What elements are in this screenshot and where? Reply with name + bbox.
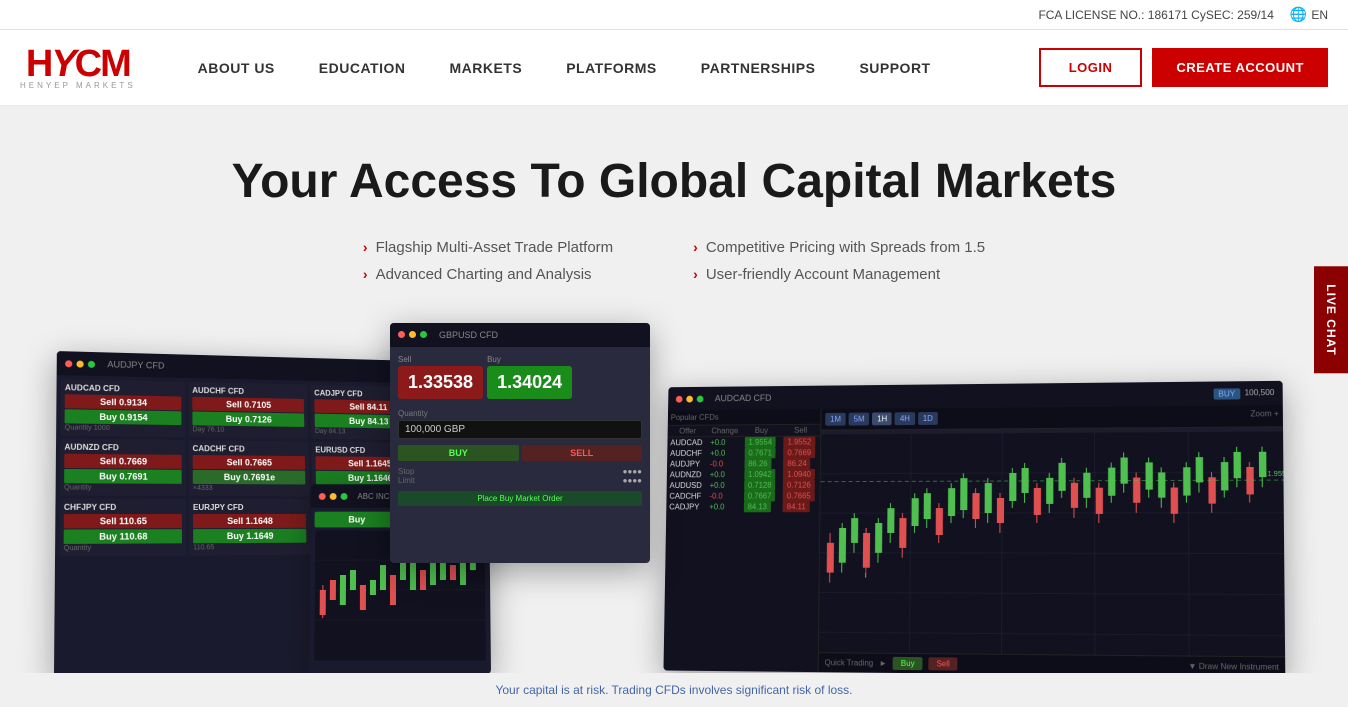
chart-buy-button[interactable]: Buy: [893, 657, 923, 670]
feature-label-1: Flagship Multi-Asset Trade Platform: [376, 239, 614, 256]
table-row: AUDJPY -0.0 86.26 86.24: [667, 458, 820, 469]
screen-header-center: GBPUSD CFD: [390, 323, 650, 347]
svg-text:1.9554: 1.9554: [1267, 471, 1285, 478]
features-right: › Competitive Pricing with Spreads from …: [693, 239, 985, 283]
pair-card-8: EURJPY CFD Sell 1.1648 Buy 1.1649 110.65: [189, 499, 311, 556]
dialog-pair-label: GBPUSD CFD: [439, 330, 498, 340]
pair-card-7: CHFJPY CFD Sell 110.65 Buy 110.68 Quanti…: [59, 498, 186, 556]
nav-education[interactable]: EDUCATION: [297, 30, 428, 106]
main-header: HYCM HENYEP MARKETS ABOUT US EDUCATION M…: [0, 30, 1348, 106]
table-row: AUDCHF +0.0 0.7671 0.7669: [667, 447, 820, 459]
pair-card-4: AUDNZD CFD Sell 0.7669 Buy 0.7691 Quanti…: [60, 438, 186, 495]
header-buttons: LOGIN CREATE ACCOUNT: [1039, 48, 1328, 87]
disclaimer-text: Your capital is at risk. Trading CFDs in…: [495, 683, 852, 697]
feature-item-2: › Advanced Charting and Analysis: [363, 266, 613, 283]
feature-label-2: Advanced Charting and Analysis: [376, 266, 592, 283]
dialog-buy-button[interactable]: BUY: [398, 445, 519, 461]
login-button[interactable]: LOGIN: [1039, 48, 1143, 87]
feature-label-3: Competitive Pricing with Spreads from 1.…: [706, 239, 985, 256]
pair-card-5: CADCHF CFD Sell 0.7665 Buy 0.7691e ×4333: [189, 440, 310, 496]
live-chat-button[interactable]: LIVE CHAT: [1314, 266, 1348, 373]
create-account-button[interactable]: CREATE ACCOUNT: [1152, 48, 1328, 87]
nav-markets[interactable]: MARKETS: [427, 30, 544, 106]
pair-card-1: AUDCAD CFD Sell 0.9134 Buy 0.9154 Quanti…: [60, 379, 185, 437]
table-row: CADJPY +0.0 84.13 84.11: [666, 501, 819, 512]
buy-price: 1.34024: [487, 366, 572, 399]
language-selector[interactable]: 🌐 EN: [1290, 6, 1328, 23]
chevron-icon-1: ›: [363, 239, 368, 255]
logo-subtitle: HENYEP MARKETS: [20, 81, 136, 90]
trading-screen-right: AUDCAD CFD BUY 100,500 Popular CFDs Offe…: [663, 381, 1285, 673]
feature-item-3: › Competitive Pricing with Spreads from …: [693, 239, 985, 256]
chart-sell-button[interactable]: Sell: [928, 657, 957, 670]
disclaimer: Your capital is at risk. Trading CFDs in…: [0, 673, 1348, 707]
features-left: › Flagship Multi-Asset Trade Platform › …: [363, 239, 613, 283]
chevron-icon-3: ›: [693, 239, 698, 255]
quantity-value: 100,000 GBP: [398, 420, 642, 439]
feature-item-1: › Flagship Multi-Asset Trade Platform: [363, 239, 613, 256]
trading-screen-center: GBPUSD CFD Sell 1.33538 Buy 1.34024 Quan…: [390, 323, 650, 563]
pairs-table: Offer Change Buy Sell AUDCAD +0.0 1.9554: [666, 425, 820, 513]
sell-price: 1.33538: [398, 366, 483, 399]
hero-section: Your Access To Global Capital Markets › …: [0, 106, 1348, 673]
platforms-area: AUDJPY CFD AUDCAD CFD Sell 0.9134 Buy 0.…: [40, 323, 1308, 673]
pair-card-2: AUDCHF CFD Sell 0.7105 Buy 0.7126 Day 76…: [188, 382, 308, 439]
feature-item-4: › User-friendly Account Management: [693, 266, 985, 283]
chevron-icon-4: ›: [693, 266, 698, 282]
license-text: FCA LICENSE NO.: 186171 CySEC: 259/14: [1038, 8, 1273, 22]
dialog-sell-button[interactable]: SELL: [522, 445, 643, 461]
nav-partnerships[interactable]: PARTNERSHIPS: [679, 30, 838, 106]
top-bar: FCA LICENSE NO.: 186171 CySEC: 259/14 🌐 …: [0, 0, 1348, 30]
table-row: AUDCAD +0.0 1.9554 1.9552: [667, 436, 820, 448]
place-order-button[interactable]: Place Buy Market Order: [398, 491, 642, 506]
language-label: EN: [1311, 8, 1328, 22]
nav-support[interactable]: SUPPORT: [837, 30, 952, 106]
candlestick-chart: 1.9554: [819, 431, 1285, 656]
nav-about-us[interactable]: ABOUT US: [176, 30, 297, 106]
hero-features: › Flagship Multi-Asset Trade Platform › …: [40, 239, 1308, 283]
nav-platforms[interactable]: PLATFORMS: [544, 30, 679, 106]
logo-text: HYCM: [26, 45, 130, 83]
chevron-icon-2: ›: [363, 266, 368, 282]
dialog-content: Sell 1.33538 Buy 1.34024 Quantity 100,00…: [390, 347, 650, 514]
main-nav: ABOUT US EDUCATION MARKETS PLATFORMS PAR…: [176, 30, 1039, 106]
live-chat-label: LIVE CHAT: [1324, 284, 1338, 355]
hero-title: Your Access To Global Capital Markets: [40, 156, 1308, 209]
logo[interactable]: HYCM HENYEP MARKETS: [20, 45, 136, 90]
table-row: AUDUSD +0.0 0.7128 0.7126: [667, 479, 820, 490]
table-row: AUDNZD +0.0 1.0942 1.0940: [667, 469, 820, 480]
table-row: CADCHF -0.0 0.7667 0.7665: [666, 490, 819, 501]
globe-icon: 🌐: [1290, 6, 1307, 23]
feature-label-4: User-friendly Account Management: [706, 266, 940, 283]
